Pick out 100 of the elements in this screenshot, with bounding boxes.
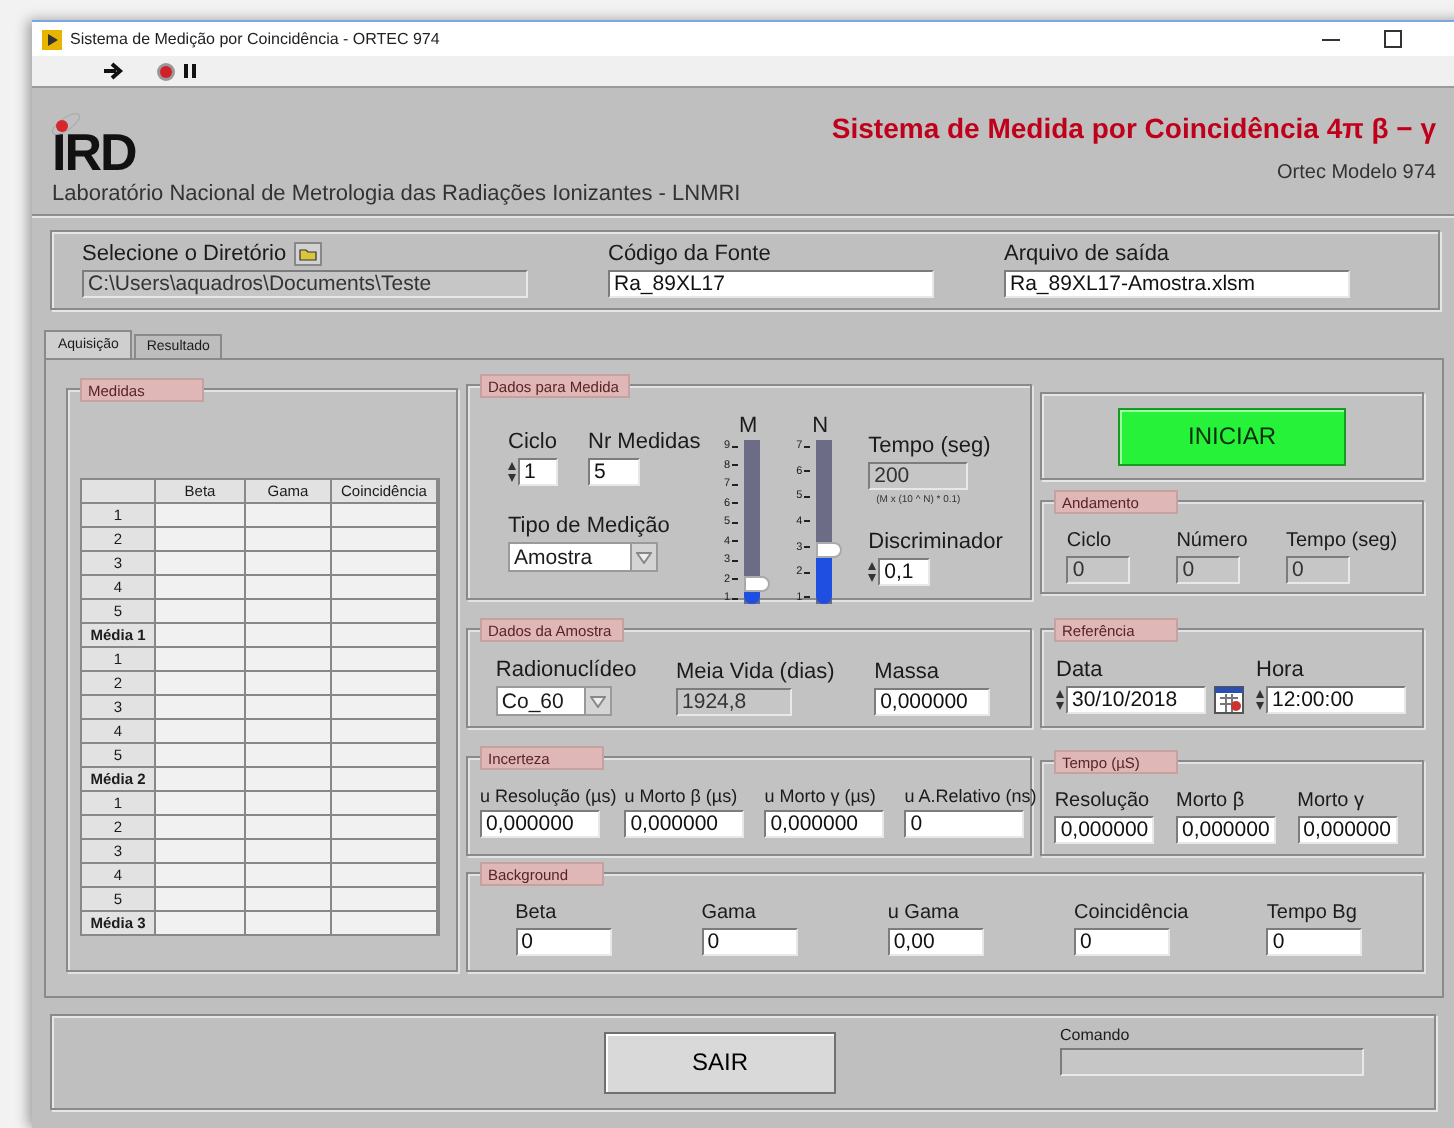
field-label: Arquivo de saída <box>1004 242 1172 266</box>
input-field[interactable]: 0,000000 <box>624 810 745 838</box>
minimize-icon[interactable] <box>1322 37 1340 41</box>
slider-track[interactable] <box>744 440 773 604</box>
table-cell <box>332 552 436 574</box>
input-field[interactable]: 0,1 <box>878 558 931 586</box>
input-field[interactable]: 0,000000 <box>1054 816 1155 844</box>
table-cell <box>332 720 436 742</box>
run-arrow-icon[interactable] <box>104 62 124 80</box>
table-cell <box>156 720 244 742</box>
table-cell <box>156 552 244 574</box>
table-cell <box>246 888 330 910</box>
field-label: Discriminador <box>868 530 1005 554</box>
input-field[interactable]: 0 <box>1073 928 1170 956</box>
readout-field: 1924,8 <box>676 688 793 716</box>
window-title: Sistema de Medição por Coincidência - ORTEC 974 <box>70 30 440 48</box>
input-field[interactable]: 0,000000 <box>480 810 600 838</box>
table-cell <box>332 840 436 862</box>
slider-thumb[interactable] <box>816 541 843 558</box>
field-label: Gama <box>701 902 758 924</box>
table-cell <box>332 624 436 646</box>
exit-button[interactable]: SAIR <box>604 1031 836 1093</box>
input-field[interactable]: 0 <box>701 928 798 956</box>
field-label: Tempo (seg) <box>1285 530 1398 552</box>
input-field[interactable]: 0,000000 <box>874 688 991 716</box>
slider-label: N <box>812 414 829 438</box>
table-cell <box>332 600 436 622</box>
field-label: Massa <box>874 660 941 684</box>
table-cell <box>332 672 436 694</box>
field-label: u A.Relativo (ns) <box>904 786 1037 806</box>
table-corner <box>82 480 154 502</box>
table-cell <box>246 576 330 598</box>
table-cell <box>332 696 436 718</box>
table-cell <box>246 696 330 718</box>
table-cell <box>332 912 436 934</box>
input-field[interactable]: 0,000000 <box>764 810 885 838</box>
table-cell <box>246 600 330 622</box>
table-cell <box>156 888 244 910</box>
start-button[interactable]: INICIAR <box>1118 407 1346 465</box>
table-cell <box>156 600 244 622</box>
stop-icon[interactable] <box>156 61 176 81</box>
field-label: Tempo Bg <box>1266 902 1359 924</box>
slider-track[interactable] <box>816 440 845 604</box>
spin-arrows-icon[interactable] <box>868 560 877 584</box>
readout-field: 200 <box>868 462 969 490</box>
lab-name: Laboratório Nacional de Metrologia das Radiações Ionizantes - LNMRI <box>52 182 741 206</box>
input-field[interactable]: Ra_89XL17-Amostra.xlsm <box>1004 270 1350 298</box>
input-field[interactable]: 0,000000 <box>1175 816 1276 844</box>
field-label: Radionuclídeo <box>495 658 637 682</box>
slider-thumb[interactable] <box>744 575 771 592</box>
table-cell <box>246 744 330 766</box>
table-cell <box>332 792 436 814</box>
table-cell <box>156 624 244 646</box>
table-cell <box>332 864 436 886</box>
field-label: Tipo de Medição <box>508 514 672 538</box>
input-field[interactable]: 0 <box>1266 928 1363 956</box>
table-cell <box>246 552 330 574</box>
input-field[interactable]: 0 <box>515 928 612 956</box>
field-label: Hora <box>1256 658 1306 682</box>
caret-icon <box>636 551 652 563</box>
field-label: u Gama <box>887 902 961 924</box>
input-field[interactable]: 12:00:00 <box>1266 686 1406 714</box>
spin-arrows-icon[interactable] <box>1056 688 1064 712</box>
pause-icon[interactable] <box>184 64 196 78</box>
calendar-icon[interactable] <box>1214 686 1244 714</box>
field-label: Ciclo <box>508 430 559 454</box>
maximize-icon[interactable] <box>1384 30 1402 48</box>
table-cell <box>246 720 330 742</box>
field-label: Ciclo <box>1066 530 1114 552</box>
input-field[interactable]: 1 <box>518 458 558 486</box>
spin-arrows-icon[interactable] <box>1256 688 1264 712</box>
field-label: Morto β <box>1175 790 1247 812</box>
field-label: Tempo (seg) <box>868 434 993 458</box>
input-field[interactable]: 0,000000 <box>1297 816 1398 844</box>
app-subtitle: Ortec Modelo 974 <box>1277 162 1436 184</box>
field-label: Data <box>1056 658 1105 682</box>
field-label: Meia Vida (dias) <box>676 660 835 684</box>
table-cell <box>246 792 330 814</box>
table-cell <box>156 504 244 526</box>
input-field[interactable]: Ra_89XL17 <box>608 270 934 298</box>
input-field[interactable]: 0 <box>904 810 1025 838</box>
readout-field: 0 <box>1066 556 1131 584</box>
table-cell <box>246 648 330 670</box>
dropdown[interactable]: Amostra <box>508 542 658 572</box>
spin-arrows-icon[interactable] <box>508 460 516 484</box>
table-cell <box>246 528 330 550</box>
table-cell <box>156 840 244 862</box>
input-field[interactable]: 0,00 <box>887 928 984 956</box>
field-label: Coincidência <box>1073 902 1189 924</box>
date-field[interactable]: 30/10/2018 <box>1066 686 1206 714</box>
field-label: u Morto β (µs) <box>624 786 740 806</box>
table-cell <box>246 912 330 934</box>
input-field[interactable]: 5 <box>588 458 640 486</box>
dropdown[interactable]: Co_60 <box>495 686 612 716</box>
readout-field: C:\Users\aquadros\Documents\Teste <box>82 270 528 298</box>
field-label: Beta <box>515 902 559 924</box>
table-cell <box>246 624 330 646</box>
table-cell <box>156 792 244 814</box>
folder-icon[interactable] <box>294 242 323 266</box>
table-cell <box>332 648 436 670</box>
